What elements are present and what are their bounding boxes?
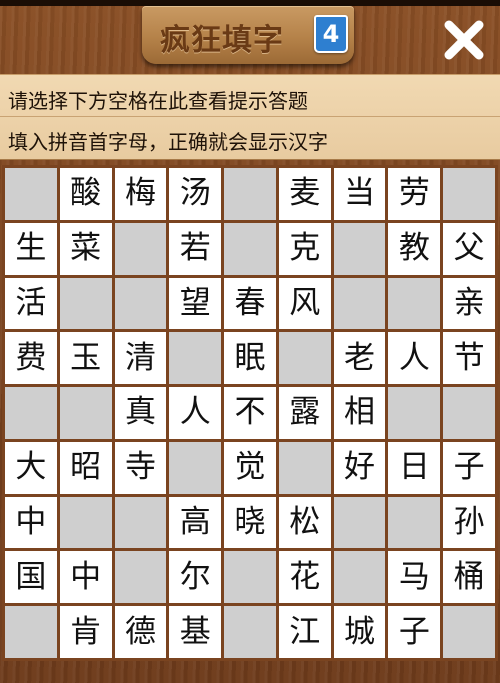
blank-cell[interactable] [333, 551, 386, 604]
letter-cell[interactable]: 若 [169, 222, 222, 275]
letter-cell[interactable]: 梅 [114, 168, 167, 220]
blank-cell[interactable] [333, 222, 386, 275]
title-plaque: 疯狂填字 4 [142, 6, 354, 64]
blank-cell[interactable] [388, 387, 441, 439]
blank-cell[interactable] [278, 332, 331, 385]
letter-cell[interactable]: 父 [443, 222, 495, 275]
letter-cell[interactable]: 晓 [224, 496, 276, 549]
letter-cell[interactable]: 望 [169, 277, 222, 330]
blank-cell[interactable] [224, 168, 276, 220]
blank-cell[interactable] [388, 277, 441, 330]
blank-cell[interactable] [169, 332, 222, 385]
close-button[interactable] [436, 12, 492, 68]
letter-cell[interactable]: 春 [224, 277, 276, 330]
letter-cell[interactable]: 花 [278, 551, 331, 604]
hint-text-select-cell: 请选择下方空格在此查看提示答题 [8, 89, 308, 113]
letter-cell[interactable]: 活 [5, 277, 57, 330]
letter-cell[interactable]: 相 [333, 387, 386, 439]
letter-cell[interactable]: 中 [59, 551, 112, 604]
letter-cell[interactable]: 人 [169, 387, 222, 439]
blank-cell[interactable] [5, 606, 57, 658]
letter-cell[interactable]: 城 [333, 606, 386, 658]
letter-cell[interactable]: 劳 [388, 168, 441, 220]
letter-cell[interactable]: 日 [388, 441, 441, 494]
letter-cell[interactable]: 汤 [169, 168, 222, 220]
blank-cell[interactable] [224, 606, 276, 658]
blank-cell[interactable] [278, 441, 331, 494]
blank-cell[interactable] [114, 496, 167, 549]
letter-cell[interactable]: 露 [278, 387, 331, 439]
letter-cell[interactable]: 觉 [224, 441, 276, 494]
letter-cell[interactable]: 风 [278, 277, 331, 330]
letter-cell[interactable]: 寺 [114, 441, 167, 494]
blank-cell[interactable] [5, 387, 57, 439]
letter-cell[interactable]: 费 [5, 332, 57, 385]
letter-cell[interactable]: 当 [333, 168, 386, 220]
letter-cell[interactable]: 昭 [59, 441, 112, 494]
level-badge: 4 [314, 15, 348, 53]
letter-cell[interactable]: 好 [333, 441, 386, 494]
letter-cell[interactable]: 菜 [59, 222, 112, 275]
game-title: 疯狂填字 [160, 23, 284, 58]
letter-cell[interactable]: 高 [169, 496, 222, 549]
blank-cell[interactable] [224, 551, 276, 604]
letter-cell[interactable]: 酸 [59, 168, 112, 220]
letter-cell[interactable]: 中 [5, 496, 57, 549]
letter-cell[interactable]: 眠 [224, 332, 276, 385]
letter-cell[interactable]: 国 [5, 551, 57, 604]
letter-cell[interactable]: 桶 [443, 551, 495, 604]
blank-cell[interactable] [388, 496, 441, 549]
letter-cell[interactable]: 德 [114, 606, 167, 658]
letter-cell[interactable]: 马 [388, 551, 441, 604]
letter-cell[interactable]: 江 [278, 606, 331, 658]
letter-cell[interactable]: 松 [278, 496, 331, 549]
letter-cell[interactable]: 人 [388, 332, 441, 385]
blank-cell[interactable] [333, 277, 386, 330]
letter-cell[interactable]: 清 [114, 332, 167, 385]
letter-cell[interactable]: 教 [388, 222, 441, 275]
blank-cell[interactable] [224, 222, 276, 275]
blank-cell[interactable] [443, 606, 495, 658]
letter-cell[interactable]: 不 [224, 387, 276, 439]
letter-cell[interactable]: 节 [443, 332, 495, 385]
blank-cell[interactable] [114, 222, 167, 275]
close-icon [444, 20, 484, 60]
blank-cell[interactable] [59, 496, 112, 549]
blank-cell[interactable] [114, 551, 167, 604]
blank-cell[interactable] [59, 387, 112, 439]
letter-cell[interactable]: 玉 [59, 332, 112, 385]
letter-cell[interactable]: 麦 [278, 168, 331, 220]
letter-cell[interactable]: 大 [5, 441, 57, 494]
letter-cell[interactable]: 克 [278, 222, 331, 275]
hint-panel: 请选择下方空格在此查看提示答题 填入拼音首字母，正确就会显示汉字 [0, 74, 500, 160]
blank-cell[interactable] [443, 387, 495, 439]
letter-cell[interactable]: 老 [333, 332, 386, 385]
hint-text-pinyin: 填入拼音首字母，正确就会显示汉字 [8, 130, 328, 154]
crossword-board: 酸梅汤麦当劳生菜若克教父活望春风亲费玉清眠老人节真人不露相大昭寺觉好日子中高晓松… [2, 165, 498, 661]
letter-cell[interactable]: 亲 [443, 277, 495, 330]
hint-divider [0, 116, 500, 117]
letter-cell[interactable]: 孙 [443, 496, 495, 549]
letter-cell[interactable]: 尔 [169, 551, 222, 604]
blank-cell[interactable] [114, 277, 167, 330]
blank-cell[interactable] [59, 277, 112, 330]
blank-cell[interactable] [333, 496, 386, 549]
letter-cell[interactable]: 子 [443, 441, 495, 494]
letter-cell[interactable]: 基 [169, 606, 222, 658]
blank-cell[interactable] [169, 441, 222, 494]
blank-cell[interactable] [443, 168, 495, 220]
letter-cell[interactable]: 生 [5, 222, 57, 275]
letter-cell[interactable]: 真 [114, 387, 167, 439]
blank-cell[interactable] [5, 168, 57, 220]
letter-cell[interactable]: 子 [388, 606, 441, 658]
letter-cell[interactable]: 肯 [59, 606, 112, 658]
